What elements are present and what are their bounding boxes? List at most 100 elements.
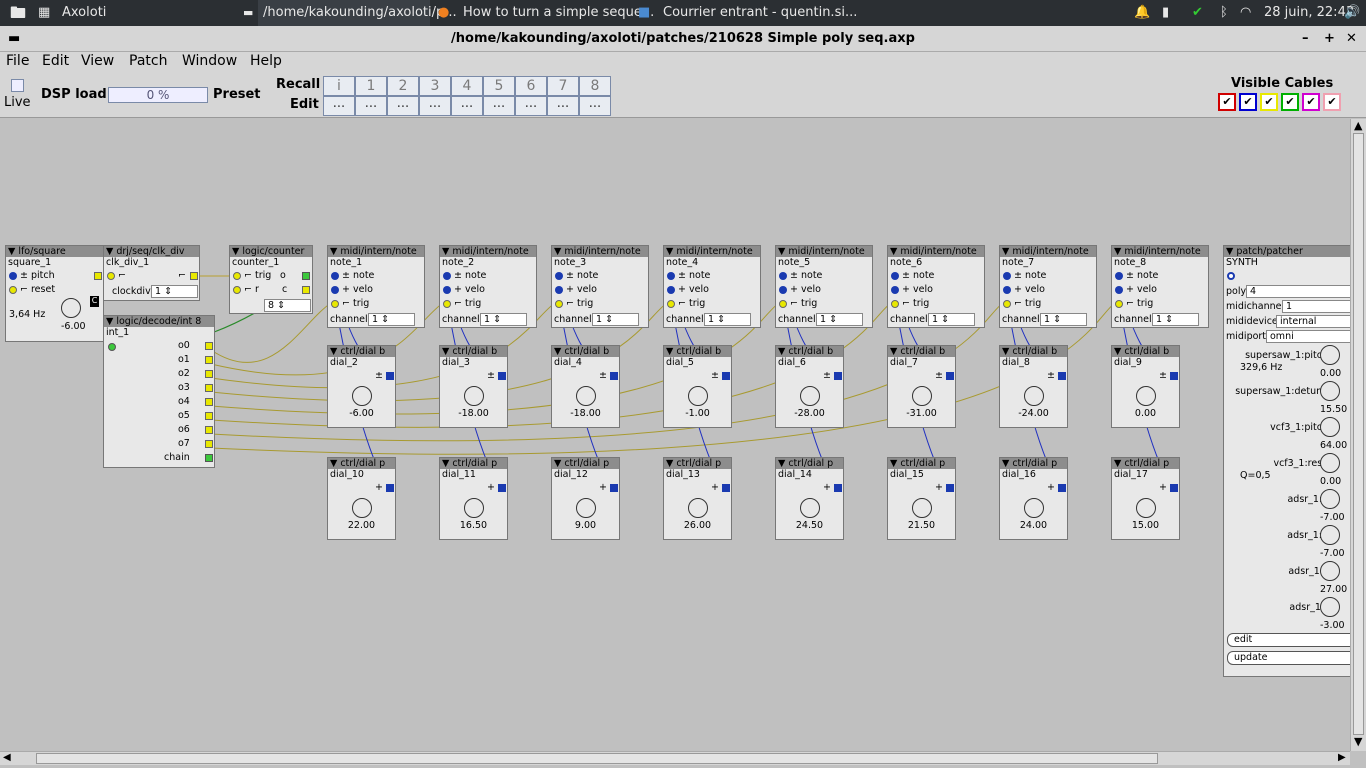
midichannel-field[interactable]: 1 (1282, 300, 1350, 313)
wifi-icon[interactable]: ◠ (1240, 0, 1251, 26)
instance-name[interactable]: dial_15 (888, 469, 955, 480)
outlet-o2[interactable] (205, 370, 213, 378)
recall-button-1[interactable]: 1 (355, 76, 387, 96)
inlet-note[interactable] (779, 272, 787, 280)
modulation-icon[interactable]: C (90, 296, 99, 307)
dial-knob[interactable] (800, 498, 820, 518)
dial-knob[interactable] (464, 498, 484, 518)
dial-object[interactable]: ▼ ctrl/dial b dial_6 ± -28.00 (775, 345, 844, 428)
dial-object[interactable]: ▼ ctrl/dial p dial_13 +26.00 (663, 457, 732, 540)
instance-name[interactable]: dial_11 (440, 469, 507, 480)
dial-object[interactable]: ▼ ctrl/dial p dial_11 +16.50 (439, 457, 508, 540)
outlet-value[interactable] (834, 484, 842, 492)
inlet-velo[interactable] (331, 286, 339, 294)
inlet-trig[interactable] (667, 300, 675, 308)
recall-button-6[interactable]: 6 (515, 76, 547, 96)
outlet-value[interactable] (386, 372, 394, 380)
instance-name[interactable]: dial_8 (1000, 357, 1067, 368)
dial-knob[interactable] (1136, 386, 1156, 406)
object-header[interactable]: ▼ midi/intern/note (664, 246, 760, 257)
object-header[interactable]: ▼ ctrl/dial p (552, 458, 619, 469)
recall-button-8[interactable]: 8 (579, 76, 611, 96)
dial-object[interactable]: ▼ ctrl/dial b dial_8 ± -24.00 (999, 345, 1068, 428)
outlet-value[interactable] (386, 484, 394, 492)
dial-object[interactable]: ▼ ctrl/dial b dial_2 ± -6.00 (327, 345, 396, 428)
dial-object[interactable]: ▼ ctrl/dial p dial_14 +24.50 (775, 457, 844, 540)
instance-name[interactable]: note_2 (440, 257, 536, 268)
dial-knob[interactable] (1024, 498, 1044, 518)
object-header[interactable]: ▼ midi/intern/note (1000, 246, 1096, 257)
menu-edit[interactable]: Edit (42, 52, 69, 70)
instance-name[interactable]: SYNTH (1224, 257, 1350, 268)
outlet-value[interactable] (946, 484, 954, 492)
clock[interactable]: 28 juin, 22:43 (1264, 0, 1354, 26)
inlet-velo[interactable] (443, 286, 451, 294)
inlet-note[interactable] (1115, 272, 1123, 280)
edit-preset-button-8[interactable]: ... (579, 96, 611, 116)
scroll-left-icon[interactable]: ◀ (3, 752, 11, 763)
dial-knob[interactable] (688, 498, 708, 518)
object-header[interactable]: ▼ logic/counter (230, 246, 312, 257)
dial-knob[interactable] (352, 498, 372, 518)
object-header[interactable]: ▼ ctrl/dial b (664, 346, 731, 357)
scroll-right-icon[interactable]: ▶ (1338, 752, 1346, 763)
instance-name[interactable]: note_7 (1000, 257, 1096, 268)
inlet-note[interactable] (1003, 272, 1011, 280)
edit-preset-button-7[interactable]: ... (547, 96, 579, 116)
object-header[interactable]: ▼ drj/seq/clk_div (104, 246, 199, 257)
instance-name[interactable]: dial_6 (776, 357, 843, 368)
midi-note-object[interactable]: ▼ midi/intern/note note_4 ± note + velo ⌐ tr… (663, 245, 761, 328)
menu-view[interactable]: View (81, 52, 114, 70)
param-knob[interactable] (1320, 525, 1340, 545)
vertical-scroll-thumb[interactable] (1353, 133, 1364, 735)
recall-button-7[interactable]: 7 (547, 76, 579, 96)
inlet-note[interactable] (331, 272, 339, 280)
dial-object[interactable]: ▼ ctrl/dial p dial_10 +22.00 (327, 457, 396, 540)
menu-window[interactable]: Window (182, 52, 237, 70)
inlet-trig[interactable] (233, 272, 241, 280)
midi-note-object[interactable]: ▼ midi/intern/note note_2 ± note + velo ⌐ tr… (439, 245, 537, 328)
dial-knob[interactable] (576, 386, 596, 406)
inlet-trig[interactable] (1003, 300, 1011, 308)
vertical-scrollbar[interactable]: ▲ ▼ (1350, 119, 1366, 751)
object-header[interactable]: ▼ midi/intern/note (776, 246, 872, 257)
instance-name[interactable]: dial_16 (1000, 469, 1067, 480)
object-header[interactable]: ▼ patch/patcher (1224, 246, 1350, 257)
scroll-down-icon[interactable]: ▼ (1354, 735, 1362, 748)
instance-name[interactable]: note_3 (552, 257, 648, 268)
count-spinner[interactable]: 8 ⇕ (264, 299, 311, 312)
param-knob[interactable] (1320, 597, 1340, 617)
outlet-value[interactable] (1170, 484, 1178, 492)
dial-knob[interactable] (688, 386, 708, 406)
param-knob[interactable] (1320, 417, 1340, 437)
menu-file[interactable]: File (6, 52, 29, 70)
instance-name[interactable]: dial_7 (888, 357, 955, 368)
clk-div-object[interactable]: ▼ drj/seq/clk_div clk_div_1 ⌐ ⌐ clockdiv… (103, 245, 200, 301)
outlet-value[interactable] (1058, 484, 1066, 492)
patch-canvas[interactable]: ▼ lfo/square square_1 ± pitch ⌐ reset 3,… (1, 119, 1350, 751)
inlet-velo[interactable] (555, 286, 563, 294)
inlet-reset[interactable] (9, 286, 17, 294)
instance-name[interactable]: square_1 (6, 257, 103, 268)
param-knob[interactable] (1320, 489, 1340, 509)
dial-object[interactable]: ▼ ctrl/dial b dial_3 ± -18.00 (439, 345, 508, 428)
edit-preset-button-5[interactable]: ... (483, 96, 515, 116)
outlet-chain[interactable] (205, 454, 213, 462)
instance-name[interactable]: dial_14 (776, 469, 843, 480)
inlet-trig[interactable] (331, 300, 339, 308)
instance-name[interactable]: dial_4 (552, 357, 619, 368)
decode-int8-object[interactable]: ▼ logic/decode/int 8 int_1 o0 o1 o2 o3 o4 o5 o… (103, 315, 215, 468)
instance-name[interactable]: note_5 (776, 257, 872, 268)
param-knob[interactable] (1320, 345, 1340, 365)
window-menu-icon[interactable]: ▬ (8, 26, 20, 52)
object-header[interactable]: ▼ midi/intern/note (888, 246, 984, 257)
live-checkbox[interactable] (11, 79, 24, 92)
close-icon[interactable]: ✕ (1346, 26, 1357, 52)
inlet-note[interactable] (891, 272, 899, 280)
outlet-o1[interactable] (205, 356, 213, 364)
dial-object[interactable]: ▼ ctrl/dial b dial_9 ±0.00 (1111, 345, 1180, 428)
object-header[interactable]: ▼ ctrl/dial p (1000, 458, 1067, 469)
cable-visibility-checkbox[interactable]: ✔ (1239, 93, 1257, 111)
cable-visibility-checkbox[interactable]: ✔ (1260, 93, 1278, 111)
param-knob[interactable] (1320, 561, 1340, 581)
